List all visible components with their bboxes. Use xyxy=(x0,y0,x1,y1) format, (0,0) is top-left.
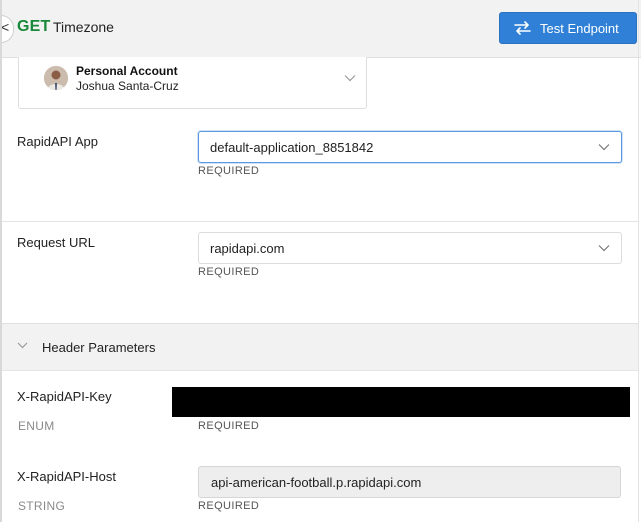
request-url-label: Request URL xyxy=(17,235,96,250)
x-rapidapi-key-redacted-input[interactable] xyxy=(172,387,630,417)
app-required-note: REQUIRED xyxy=(198,165,260,177)
account-name: Joshua Santa-Cruz xyxy=(76,79,179,93)
test-endpoint-button[interactable]: Test Endpoint xyxy=(499,12,637,44)
chevron-down-icon xyxy=(598,144,610,151)
rapidapi-app-value: default-application_8851842 xyxy=(210,139,374,155)
account-type: Personal Account xyxy=(76,64,178,78)
panel-left-border xyxy=(0,0,2,522)
x-rapidapi-host-type: STRING xyxy=(18,499,66,513)
swap-arrows-icon xyxy=(514,21,531,35)
header-parameters-toggle[interactable]: Header Parameters xyxy=(0,323,638,371)
test-endpoint-label: Test Endpoint xyxy=(540,20,619,36)
endpoint-panel: < GET Timezone Test Endpoint Personal Ac… xyxy=(0,0,641,522)
account-selector[interactable]: Personal Account Joshua Santa-Cruz xyxy=(18,57,367,109)
chevron-down-icon xyxy=(598,245,610,252)
rapidapi-app-select[interactable]: default-application_8851842 xyxy=(198,131,622,163)
rapidapi-app-label: RapidAPI App xyxy=(17,134,98,149)
http-method-badge: GET xyxy=(17,18,51,35)
chevron-left-icon: < xyxy=(1,19,10,35)
header-parameters-title: Header Parameters xyxy=(42,340,156,355)
chevron-down-icon xyxy=(17,342,28,349)
host-required-note: REQUIRED xyxy=(198,500,260,512)
chevron-down-icon xyxy=(344,75,356,82)
panel-right-border xyxy=(638,0,639,522)
key-required-note: REQUIRED xyxy=(198,420,260,432)
x-rapidapi-host-input[interactable]: api-american-football.p.rapidapi.com xyxy=(198,466,621,498)
endpoint-title: Timezone xyxy=(53,19,114,35)
x-rapidapi-key-type: ENUM xyxy=(18,419,55,433)
x-rapidapi-host-label: X-RapidAPI-Host xyxy=(17,469,116,484)
request-url-value: rapidapi.com xyxy=(210,240,285,256)
divider xyxy=(0,221,638,222)
endpoint-header: < GET Timezone Test Endpoint xyxy=(0,0,641,58)
url-required-note: REQUIRED xyxy=(198,266,260,278)
request-url-select[interactable]: rapidapi.com xyxy=(198,232,622,264)
collapse-sidebar-button[interactable]: < xyxy=(0,15,14,43)
avatar xyxy=(44,66,68,90)
x-rapidapi-host-value: api-american-football.p.rapidapi.com xyxy=(211,474,422,490)
x-rapidapi-key-label: X-RapidAPI-Key xyxy=(17,389,112,404)
